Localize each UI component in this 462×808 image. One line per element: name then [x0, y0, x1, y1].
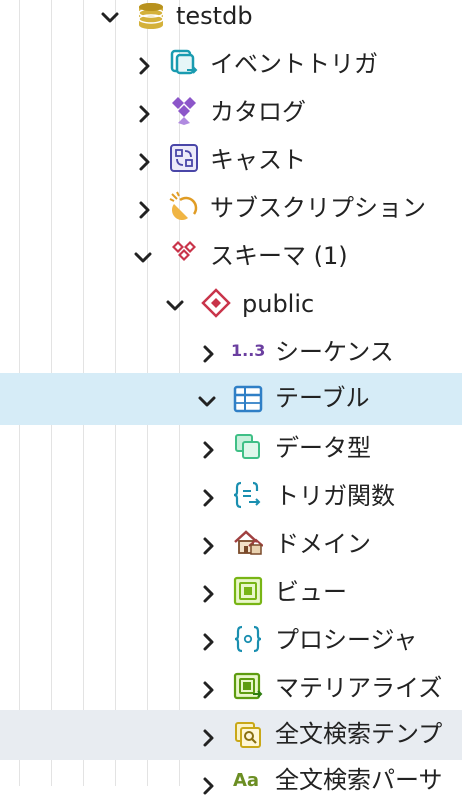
tree-node-event-triggers[interactable]: イベントトリガ [0, 40, 462, 88]
schema-icon [201, 288, 231, 318]
tree-node-procedures[interactable]: プロシージャ [0, 616, 462, 664]
fts-parser-icon: Aa [233, 770, 260, 791]
chevron-right-icon[interactable] [197, 343, 219, 365]
chevron-down-icon[interactable] [164, 294, 186, 316]
tree-node-label: public [242, 290, 315, 318]
event-trigger-icon [170, 49, 198, 75]
domain-icon [234, 530, 263, 555]
tree-node-materialized-views[interactable]: マテリアライズ [0, 664, 462, 712]
tree-node-trigger-functions[interactable]: トリガ関数 [0, 472, 462, 520]
catalog-icon [172, 97, 196, 125]
chevron-right-icon[interactable] [197, 583, 219, 605]
chevron-right-icon[interactable] [197, 631, 219, 653]
chevron-down-icon[interactable] [132, 246, 154, 268]
cast-icon [170, 144, 198, 172]
chevron-right-icon[interactable] [133, 151, 155, 173]
tree-node-label: サブスクリプション [210, 194, 426, 222]
chevron-right-icon[interactable] [133, 199, 155, 221]
data-type-icon [235, 434, 260, 459]
chevron-right-icon[interactable] [133, 55, 155, 77]
tree-node-label: プロシージャ [275, 626, 418, 654]
tree-node-label: テーブル [275, 384, 370, 412]
tree-node-label: キャスト [210, 146, 306, 174]
chevron-down-icon[interactable] [196, 390, 218, 412]
tree-node-label: シーケンス [275, 338, 394, 366]
trigger-function-icon [233, 481, 261, 509]
tree-node-types[interactable]: データ型 [0, 424, 462, 472]
database-icon [138, 3, 164, 29]
tree-node-sequences[interactable]: 1..3 シーケンス [0, 328, 462, 376]
tree-node-tables[interactable]: テーブル [0, 373, 462, 425]
sequence-icon: 1..3 [231, 341, 266, 360]
tree-node-label: 全文検索パーサ [275, 766, 443, 794]
chevron-down-icon[interactable] [99, 6, 121, 28]
chevron-right-icon[interactable] [197, 727, 219, 749]
chevron-right-icon[interactable] [197, 487, 219, 509]
chevron-right-icon[interactable] [133, 103, 155, 125]
chevron-right-icon[interactable] [197, 535, 219, 557]
tree-node-label: データ型 [275, 434, 371, 462]
tree-node-label: カタログ [210, 98, 306, 126]
table-icon [233, 385, 263, 413]
tree-node-domains[interactable]: ドメイン [0, 520, 462, 568]
tree-node-label: スキーマ (1) [210, 242, 348, 270]
tree-node-label: 全文検索テンプ [275, 720, 443, 748]
tree-node-label: ビュー [275, 578, 347, 606]
tree-node-database[interactable]: testdb [0, 0, 462, 40]
tree-node-schema-public[interactable]: public [0, 280, 462, 328]
subscription-icon [169, 191, 198, 220]
tree-node-views[interactable]: ビュー [0, 568, 462, 616]
chevron-right-icon[interactable] [197, 679, 219, 701]
tree-node-catalogs[interactable]: カタログ [0, 88, 462, 136]
view-icon [233, 576, 263, 606]
tree-node-label: ドメイン [275, 530, 371, 558]
tree-node-schemas[interactable]: スキーマ (1) [0, 232, 462, 280]
tree-node-fts-templates[interactable]: 全文検索テンプ [0, 710, 462, 760]
chevron-right-icon[interactable] [197, 439, 219, 461]
tree-node-subscriptions[interactable]: サブスクリプション [0, 184, 462, 232]
tree-node-casts[interactable]: キャスト [0, 136, 462, 184]
tree-node-fts-parsers[interactable]: Aa 全文検索パーサ [0, 760, 462, 808]
materialized-view-icon [233, 672, 263, 700]
tree-node-label: トリガ関数 [275, 482, 395, 510]
tree-node-label: イベントトリガ [210, 50, 378, 78]
schemas-icon [172, 241, 196, 261]
chevron-right-icon[interactable] [197, 775, 219, 797]
tree-node-label: testdb [176, 2, 253, 30]
procedure-icon [234, 625, 262, 653]
tree-node-label: マテリアライズ [275, 674, 443, 702]
fts-template-icon [235, 722, 261, 748]
